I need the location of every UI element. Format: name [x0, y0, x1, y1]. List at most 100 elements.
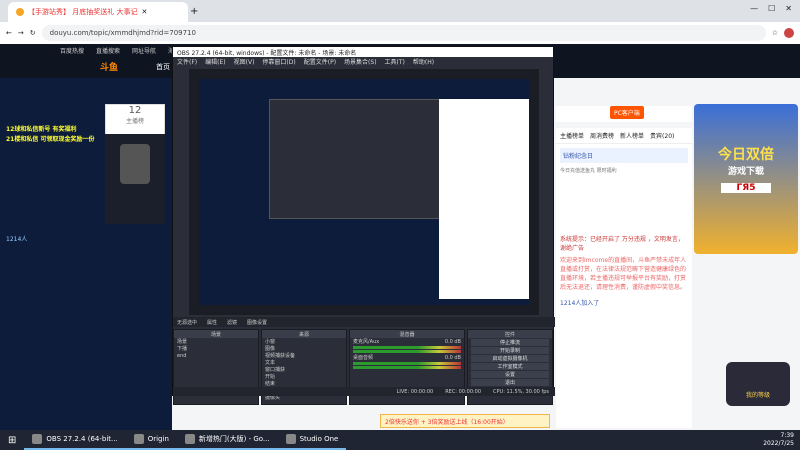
control-button[interactable]: 开始录制 [471, 347, 549, 354]
obs-menu-item[interactable]: 停靠窗口(D) [262, 57, 295, 66]
source-item[interactable]: 视频捕获设备 [262, 352, 346, 359]
clock-date: 2022/7/25 [763, 440, 794, 447]
taskbar-item[interactable]: OBS 27.2.4 (64-bit... [24, 430, 126, 450]
left-banner-1: 12球和私信新号 有奖福利 [6, 126, 77, 133]
chat-panel: 主播榜单 周消费榜 新人榜单 贵宾(20) 钻粉纪念日 今日充值送鱼丸 限时福利 系统… [556, 128, 692, 428]
mic-label: 麦克风/Aux [353, 339, 380, 345]
no-source-label: 无源选中 [177, 319, 198, 326]
bookmark-item[interactable]: 直播搜索 [96, 46, 120, 55]
scene-item[interactable]: 下播 [174, 345, 258, 352]
obs-menu-item[interactable]: 帮助(H) [413, 57, 434, 66]
obs-menu: 文件(F) 编辑(E) 视图(V) 停靠窗口(D) 配置文件(P) 场景集合(S) 工具(T… [173, 57, 553, 66]
taskbar-item[interactable]: Origin [125, 430, 177, 450]
mixer-ch2: 桌面音频 0.0 dB [350, 354, 464, 362]
obs-menu-item[interactable]: 文件(F) [177, 57, 197, 66]
source-item[interactable]: 窗口捕获 [262, 366, 346, 373]
taskbar-item[interactable]: 新增热门(大版) - Go... [176, 430, 278, 450]
taskbar-items: OBS 27.2.4 (64-bit... Origin 新增热门(大版) - Go… [24, 430, 347, 450]
ad-brand: ГЯ5 [721, 183, 771, 193]
chat-tab[interactable]: 主播榜单 [560, 131, 584, 140]
star-icon[interactable]: ☆ [772, 29, 778, 37]
obs-window: OBS 27.2.4 (64-bit, windows) - 配置文件: 未命名… [172, 46, 555, 405]
windows-start-icon[interactable]: ⊞ [0, 435, 24, 446]
source-item[interactable]: 结束 [262, 380, 346, 387]
mic-meter [353, 346, 461, 349]
maximize-icon[interactable]: ☐ [768, 4, 775, 13]
bottom-banner[interactable]: 2倍快乐送你 + 3倍奖励送上线（16:00开始） [380, 414, 550, 428]
app-icon [32, 434, 43, 444]
scene-item[interactable]: 场景 [174, 338, 258, 345]
source-item[interactable]: 文本 [262, 359, 346, 366]
chat-header: 钻粉纪念日 [560, 148, 688, 163]
close-tab-icon[interactable]: ✕ [141, 8, 147, 16]
source-item[interactable]: 开始 [262, 373, 346, 380]
obs-menu-item[interactable]: 视图(V) [234, 57, 255, 66]
bookmark-item[interactable]: 网址导航 [132, 46, 156, 55]
ad-title: 今日双倍 [718, 147, 774, 163]
properties-button[interactable]: 属性 [207, 319, 217, 326]
control-button[interactable]: 启动虚拟摄像机 [471, 355, 549, 362]
ad-sub: 游戏下载 [727, 167, 764, 177]
source-item[interactable]: 小窗 [262, 338, 346, 345]
bookmark-item[interactable]: 百度热搜 [60, 46, 84, 55]
obs-titlebar: OBS 27.2.4 (64-bit, windows) - 配置文件: 未命名… [173, 47, 553, 57]
app-icon [133, 434, 144, 444]
obs-menu-item[interactable]: 编辑(E) [205, 57, 225, 66]
new-tab-button[interactable]: + [190, 6, 198, 17]
nested-obs [269, 99, 449, 219]
browser-tab[interactable]: 【手游站秀】 月底抽奖送礼 大事记 ✕ [8, 2, 188, 22]
chat-sub: 今日充值送鱼丸 限时福利 [560, 168, 617, 174]
douyu-logo[interactable]: 斗鱼 [100, 60, 118, 73]
tab-title: 【手游站秀】 月底抽奖送礼 大事记 [28, 8, 138, 16]
system-clock[interactable]: 7:39 2022/7/25 [757, 432, 800, 448]
obs-menu-item[interactable]: 场景集合(S) [344, 57, 377, 66]
back-icon[interactable]: ← [6, 29, 12, 37]
rank-badge[interactable]: 我的等级 [726, 362, 790, 406]
control-button[interactable]: 停止推流 [471, 339, 549, 346]
chat-tabs: 主播榜单 周消费榜 新人榜单 贵宾(20) [556, 128, 692, 144]
forward-icon[interactable]: → [18, 29, 24, 37]
home-link[interactable]: 首页 [156, 62, 170, 72]
chat-tab[interactable]: 贵宾(20) [650, 131, 674, 140]
system-tip: 系统提示：已经开启了 万分违规 ，文明发言，谢绝广告 [560, 236, 684, 252]
profile-icon[interactable] [784, 28, 794, 38]
live-status: LIVE: 00:00:00 [396, 388, 434, 395]
cpu-status: CPU: 11.5%, 30.00 fps [493, 388, 549, 395]
windows-taskbar: ⊞ OBS 27.2.4 (64-bit... Origin 新增热门(大版) - … [0, 430, 800, 450]
scene-item[interactable]: end [174, 352, 258, 359]
promo-ad[interactable]: 今日双倍 游戏下载 ГЯ5 [694, 104, 798, 254]
source-item[interactable]: 图像 [262, 345, 346, 352]
chat-tab[interactable]: 新人榜单 [620, 131, 644, 140]
chat-tab[interactable]: 周消费榜 [590, 131, 614, 140]
control-button[interactable]: 设置 [471, 371, 549, 378]
rec-status: REC: 00:00:00 [445, 388, 482, 395]
taskbar-item[interactable]: Studio One [277, 430, 347, 450]
obs-menu-item[interactable]: 工具(T) [385, 57, 405, 66]
minimize-icon[interactable]: — [750, 4, 758, 13]
desktop-audio-db: 0.0 dB [444, 354, 461, 361]
mixer-title: 混音器 [350, 330, 464, 338]
close-window-icon[interactable]: ✕ [785, 4, 792, 13]
address-bar[interactable]: douyu.com/topic/xmmdhjmd?rid=709710 [41, 25, 766, 41]
control-button[interactable]: 退出 [471, 379, 549, 386]
left-banner-2: 21楼和私信 可领取现金奖励一份 [6, 136, 95, 143]
follower-count: 1214人 [6, 236, 28, 243]
obs-preview[interactable] [189, 69, 539, 315]
image-settings-button[interactable]: 图像设置 [247, 319, 267, 326]
nested-preview [199, 79, 529, 305]
window-controls: — ☐ ✕ [750, 4, 792, 13]
reload-icon[interactable]: ↻ [30, 29, 36, 37]
browser-chrome: 【手游站秀】 月底抽奖送礼 大事记 ✕ + — ☐ ✕ ← → ↻ douyu.… [0, 0, 800, 44]
desktop-audio-label: 桌面音频 [353, 355, 374, 361]
pc-client-button[interactable]: PC客户端 [610, 106, 644, 119]
control-button[interactable]: 工作室模式 [471, 363, 549, 370]
streamer-card[interactable] [105, 134, 165, 224]
app-icon [184, 434, 195, 444]
url-text: douyu.com/topic/xmmdhjmd?rid=709710 [49, 29, 196, 37]
desktop-slider[interactable] [353, 366, 461, 369]
desktop-meter [353, 362, 461, 365]
filters-button[interactable]: 滤镜 [227, 319, 237, 326]
mic-slider[interactable] [353, 350, 461, 353]
taskbar-label: 新增热门(大版) - Go... [198, 435, 270, 443]
obs-menu-item[interactable]: 配置文件(P) [304, 57, 336, 66]
